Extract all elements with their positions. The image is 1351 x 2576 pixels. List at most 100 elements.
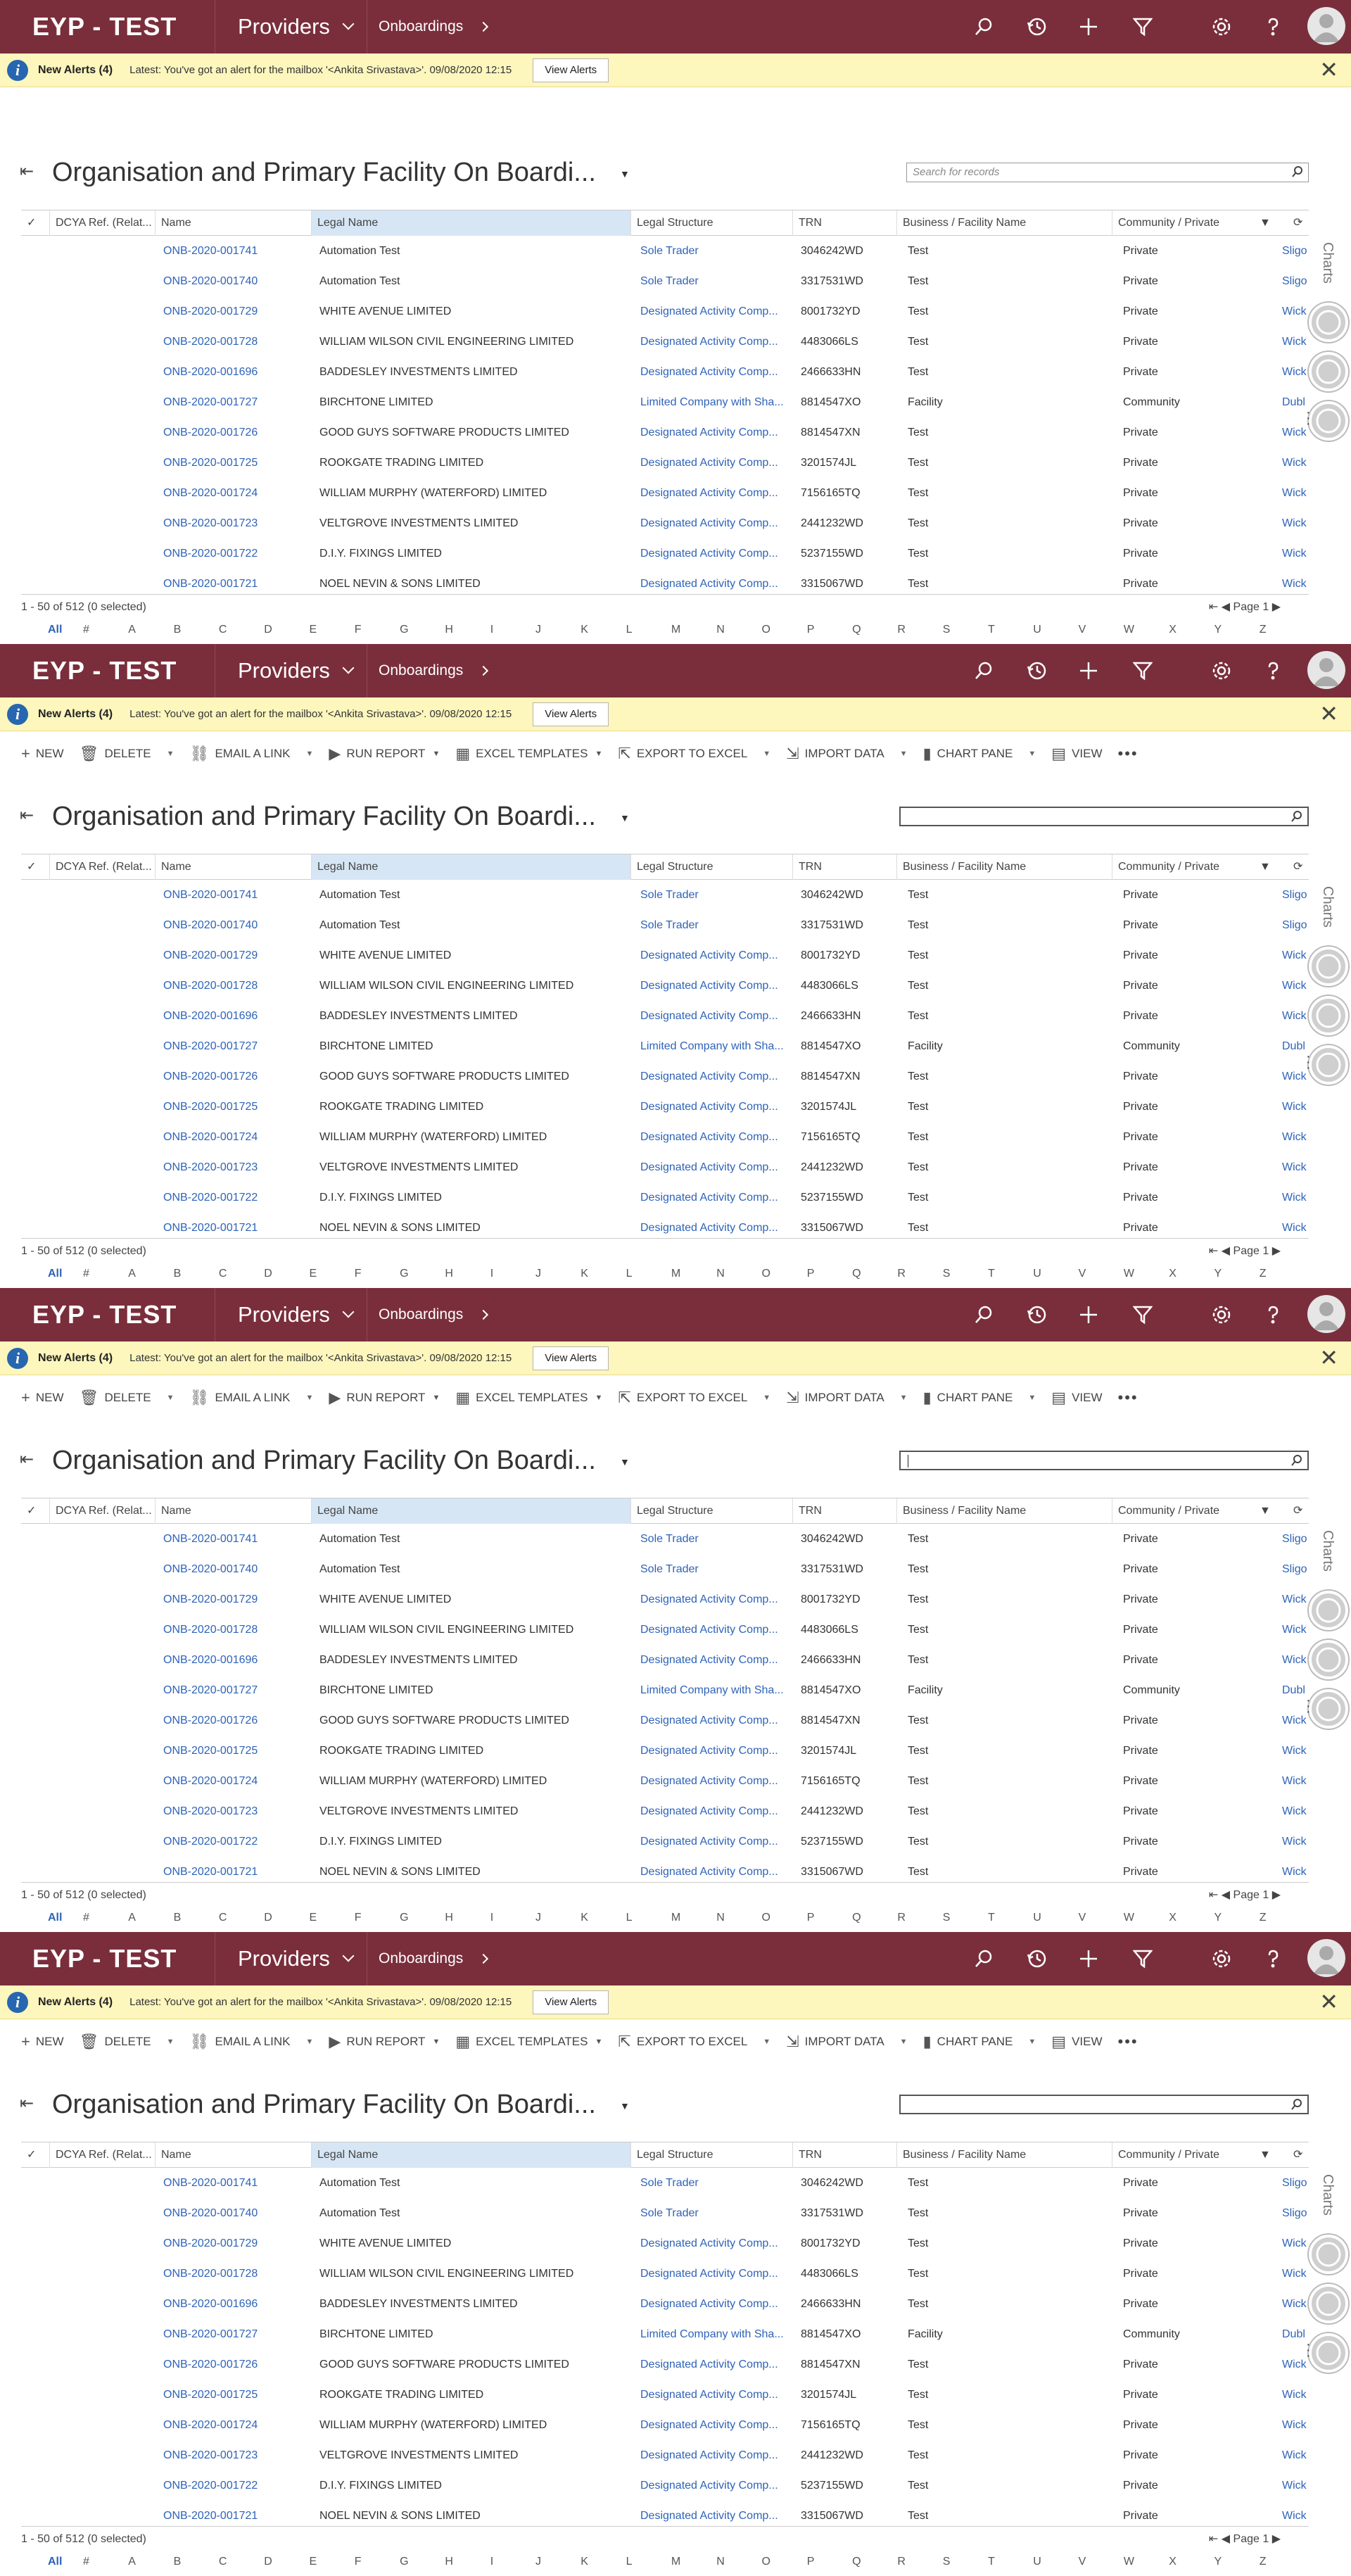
table-cell[interactable]: Wick <box>1282 2410 1309 2440</box>
alphabet-o[interactable]: O <box>762 1912 770 1924</box>
alphabet-hash[interactable]: # <box>83 1268 89 1280</box>
table-cell[interactable]: Wick <box>1282 357 1309 387</box>
charts-tab[interactable]: Charts <box>1319 242 1336 284</box>
chevron-down-icon[interactable]: ▼ <box>432 750 440 758</box>
charts-tab[interactable]: Charts <box>1319 2174 1336 2216</box>
table-cell[interactable]: ONB-2020-001728 <box>163 971 310 1001</box>
table-cell[interactable]: Designated Activity Comp... <box>640 2501 792 2526</box>
chevron-down-icon[interactable]: ▼ <box>1028 750 1036 758</box>
table-cell[interactable]: Wick <box>1282 2380 1309 2410</box>
column-header[interactable]: Legal Name <box>311 2142 630 2168</box>
history-icon[interactable] <box>1025 1302 1050 1327</box>
alphabet-j[interactable]: J <box>535 1268 541 1280</box>
table-cell[interactable]: Designated Activity Comp... <box>640 1122 792 1152</box>
column-header[interactable]: Legal Name <box>311 1498 630 1524</box>
filter-icon[interactable]: ▼ <box>1254 854 1275 880</box>
alphabet-c[interactable]: C <box>219 2556 227 2568</box>
table-cell[interactable]: ONB-2020-001728 <box>163 327 310 357</box>
command-delete[interactable]: 🗑 DELETE <box>80 2033 151 2051</box>
table-cell[interactable]: Wick <box>1282 569 1309 594</box>
column-header[interactable]: TRN <box>792 2142 896 2168</box>
alphabet-u[interactable]: U <box>1033 1912 1041 1924</box>
table-cell[interactable]: ONB-2020-001727 <box>163 2319 310 2349</box>
pie-chart-icon[interactable] <box>1309 352 1348 391</box>
chevron-down-icon[interactable]: ▼ <box>900 750 908 758</box>
command-import-data[interactable]: ⇲ IMPORT DATA <box>786 745 884 763</box>
alphabet-l[interactable]: L <box>626 624 633 636</box>
table-cell[interactable]: ONB-2020-001729 <box>163 940 310 971</box>
line-chart-icon[interactable] <box>1309 1689 1348 1729</box>
table-cell[interactable]: Sole Trader <box>640 2198 792 2228</box>
table-row[interactable]: ONB-2020-001723 VELTGROVE INVESTMENTS LIM… <box>21 1152 1309 1182</box>
table-cell[interactable]: ONB-2020-001696 <box>163 357 310 387</box>
column-header[interactable]: Legal Structure <box>630 2142 792 2168</box>
more-vertical-icon[interactable]: · · · <box>1306 1693 1311 1719</box>
alphabet-j[interactable]: J <box>535 2556 541 2568</box>
table-cell[interactable]: Wick <box>1282 2440 1309 2470</box>
alphabet-c[interactable]: C <box>219 1912 227 1924</box>
table-cell[interactable]: ONB-2020-001741 <box>163 2168 310 2198</box>
history-icon[interactable] <box>1025 1946 1050 1971</box>
table-cell[interactable]: ONB-2020-001723 <box>163 2440 310 2470</box>
user-avatar[interactable] <box>1307 651 1345 689</box>
alphabet-k[interactable]: K <box>581 624 588 636</box>
table-cell[interactable]: Designated Activity Comp... <box>640 2349 792 2380</box>
table-row[interactable]: ONB-2020-001726 GOOD GUYS SOFTWARE PRODUC… <box>21 417 1309 448</box>
alphabet-u[interactable]: U <box>1033 1268 1041 1280</box>
table-cell[interactable]: Dubl <box>1282 387 1309 417</box>
table-cell[interactable]: ONB-2020-001726 <box>163 417 310 448</box>
area-switcher[interactable]: Providers <box>215 644 367 697</box>
alphabet-y[interactable]: Y <box>1214 2556 1222 2568</box>
table-cell[interactable]: Wick <box>1282 940 1309 971</box>
table-row[interactable]: ONB-2020-001722 D.I.Y. FIXINGS LIMITED Des… <box>21 1826 1309 1857</box>
table-cell[interactable]: Designated Activity Comp... <box>640 1645 792 1675</box>
alphabet-n[interactable]: N <box>716 1268 725 1280</box>
alphabet-f[interactable]: F <box>355 2556 362 2568</box>
chevron-down-icon[interactable]: ▼ <box>306 750 314 758</box>
column-header[interactable]: TRN <box>792 210 896 236</box>
table-cell[interactable]: Limited Company with Sha... <box>640 1675 792 1705</box>
alphabet-j[interactable]: J <box>535 1912 541 1924</box>
column-header[interactable]: Name <box>155 210 311 236</box>
command-export-to-excel[interactable]: ⇱ EXPORT TO EXCEL <box>618 1389 747 1407</box>
alphabet-z[interactable]: Z <box>1260 2556 1267 2568</box>
view-alerts-button[interactable]: View Alerts <box>533 1346 609 1370</box>
table-row[interactable]: ONB-2020-001727 BIRCHTONE LIMITED Limited … <box>21 1675 1309 1705</box>
command-new[interactable]: + NEW <box>21 745 64 763</box>
select-all-checkbox[interactable]: ✓ <box>21 2142 49 2168</box>
command-view[interactable]: ▤ VIEW <box>1051 2033 1102 2051</box>
alphabet-l[interactable]: L <box>626 1268 633 1280</box>
column-header[interactable]: TRN <box>792 1498 896 1524</box>
alphabet-hash[interactable]: # <box>83 624 89 636</box>
table-row[interactable]: ONB-2020-001722 D.I.Y. FIXINGS LIMITED Des… <box>21 2470 1309 2501</box>
table-cell[interactable]: ONB-2020-001725 <box>163 1092 310 1122</box>
table-cell[interactable]: Wick <box>1282 1213 1309 1238</box>
table-cell[interactable]: ONB-2020-001727 <box>163 1675 310 1705</box>
chevron-down-icon[interactable]: ▼ <box>167 1394 175 1402</box>
help-icon[interactable] <box>1260 1302 1286 1327</box>
table-cell[interactable]: Designated Activity Comp... <box>640 1182 792 1213</box>
table-cell[interactable]: ONB-2020-001726 <box>163 1705 310 1736</box>
gear-icon[interactable] <box>1209 1302 1234 1327</box>
column-header[interactable]: DCYA Ref. (Relat... <box>49 210 155 236</box>
next-page-icon[interactable]: ▶ <box>1269 2533 1281 2545</box>
table-cell[interactable]: Dubl <box>1282 2319 1309 2349</box>
table-cell[interactable]: Wick <box>1282 1857 1309 1882</box>
search-icon[interactable] <box>1291 165 1304 178</box>
table-row[interactable]: ONB-2020-001725 ROOKGATE TRADING LIMITED D… <box>21 1092 1309 1122</box>
table-cell[interactable]: Designated Activity Comp... <box>640 357 792 387</box>
breadcrumb[interactable]: Onboardings <box>379 0 489 53</box>
bar-chart-icon[interactable] <box>1309 947 1348 986</box>
command-email-a-link[interactable]: ⛓ EMAIL A LINK <box>190 1389 291 1407</box>
alphabet-v[interactable]: V <box>1079 2556 1086 2568</box>
table-row[interactable]: ONB-2020-001724 WILLIAM MURPHY (WATERFORD… <box>21 2410 1309 2440</box>
table-cell[interactable]: Designated Activity Comp... <box>640 1796 792 1826</box>
table-cell[interactable]: ONB-2020-001722 <box>163 2470 310 2501</box>
filter-icon[interactable] <box>1130 1302 1155 1327</box>
user-avatar[interactable] <box>1307 7 1345 45</box>
table-cell[interactable]: Designated Activity Comp... <box>640 1001 792 1031</box>
column-header[interactable]: Business / Facility Name <box>896 2142 1112 2168</box>
filter-icon[interactable] <box>1130 14 1155 39</box>
alphabet-f[interactable]: F <box>355 624 362 636</box>
table-cell[interactable]: Limited Company with Sha... <box>640 1031 792 1061</box>
